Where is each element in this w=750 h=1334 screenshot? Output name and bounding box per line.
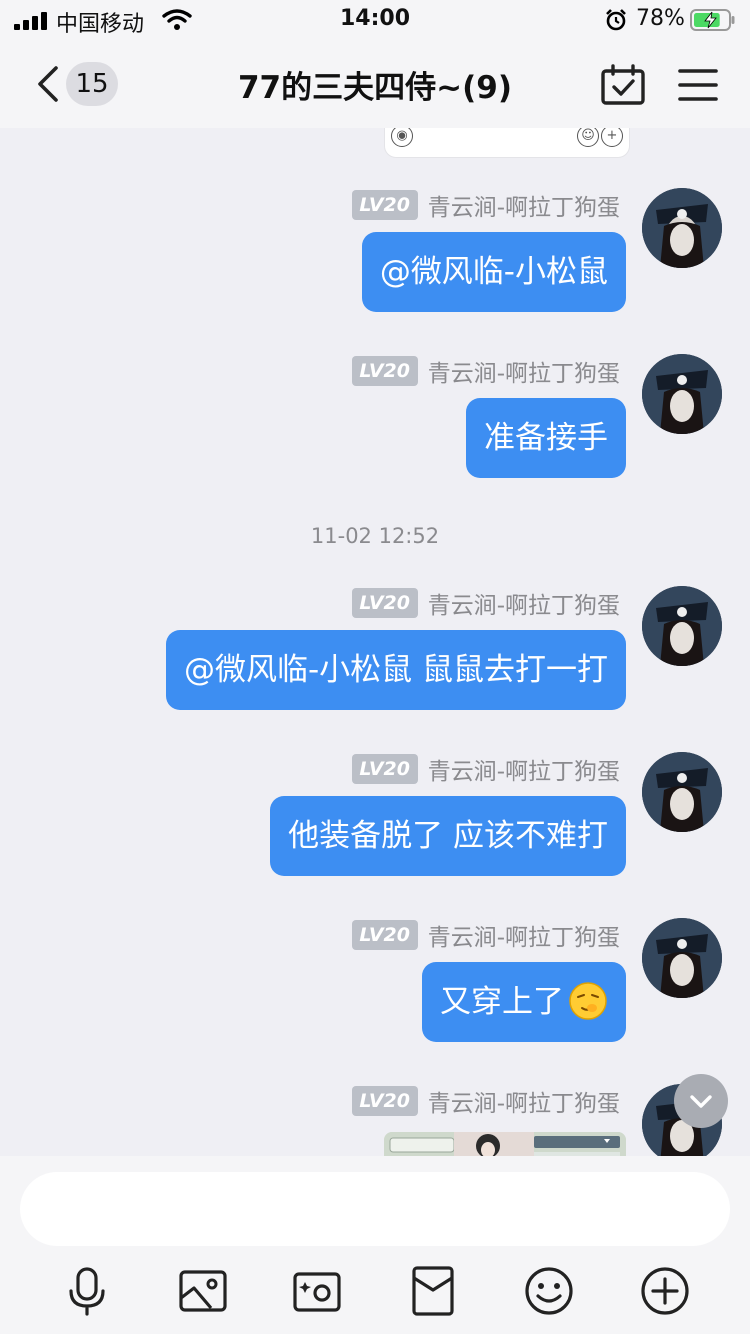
- back-button[interactable]: 15: [30, 60, 120, 110]
- sender-name[interactable]: 青云涧-啊拉丁狗蛋: [428, 586, 620, 620]
- avatar[interactable]: [642, 918, 722, 998]
- camera-icon[interactable]: [290, 1264, 344, 1318]
- level-badge: LV20: [351, 920, 418, 950]
- chat-header: 15 77的三夫四侍~(9): [0, 40, 750, 128]
- emoji-icon: ☺: [577, 128, 599, 147]
- message-bubble[interactable]: @微风临-小松鼠 鼠鼠去打一打: [165, 630, 626, 710]
- avatar-image: [642, 188, 722, 268]
- message-bubble[interactable]: 又穿上了: [422, 962, 626, 1042]
- input-toolbar: [0, 1260, 750, 1320]
- input-area: [0, 1156, 750, 1334]
- message-timestamp: 11-02 12:52: [310, 524, 440, 548]
- battery-percent: 78%: [636, 6, 685, 31]
- menu-icon[interactable]: [678, 66, 718, 104]
- level-badge: LV20: [351, 1086, 418, 1116]
- chat-title: 77的三夫四侍~(9): [237, 70, 513, 106]
- chevron-down-icon: [690, 1095, 712, 1108]
- image-message[interactable]: [384, 1132, 626, 1156]
- level-badge: LV20: [351, 356, 418, 386]
- message-text: 又穿上了: [440, 984, 564, 1020]
- microphone-icon[interactable]: [60, 1264, 114, 1318]
- status-bar: 中国移动 14:00 78%: [0, 0, 750, 40]
- scroll-to-bottom-button[interactable]: [674, 1074, 728, 1128]
- sender-name[interactable]: 青云涧-啊拉丁狗蛋: [428, 354, 620, 388]
- previous-message-fragment: ◉ ☺ +: [384, 128, 630, 158]
- avatar-image: [642, 918, 722, 998]
- avatar[interactable]: [642, 586, 722, 666]
- unread-count-badge: 15: [66, 62, 118, 106]
- avatar[interactable]: [642, 752, 722, 832]
- emoji-icon[interactable]: [522, 1264, 576, 1318]
- sender-name[interactable]: 青云涧-啊拉丁狗蛋: [428, 918, 620, 952]
- calendar-check-icon[interactable]: [600, 64, 646, 106]
- sender-name[interactable]: 青云涧-啊拉丁狗蛋: [428, 752, 620, 786]
- message-list[interactable]: ◉ ☺ + LV20 青云涧-啊拉丁狗蛋 @微风临-小松鼠 LV20 青云涧-啊…: [0, 128, 750, 1156]
- avatar[interactable]: [642, 354, 722, 434]
- avatar-image: [642, 586, 722, 666]
- sender-name[interactable]: 青云涧-啊拉丁狗蛋: [428, 188, 620, 222]
- red-packet-icon[interactable]: [406, 1264, 460, 1318]
- chevron-left-icon: [38, 66, 58, 102]
- level-badge: LV20: [351, 754, 418, 784]
- game-screenshot-preview: [384, 1132, 626, 1156]
- voice-icon: ◉: [391, 128, 413, 147]
- battery-charging-icon: [690, 9, 735, 31]
- message-input[interactable]: [20, 1172, 730, 1246]
- message-bubble[interactable]: 他装备脱了 应该不难打: [270, 796, 626, 876]
- photo-icon[interactable]: [176, 1264, 230, 1318]
- alarm-icon: [606, 9, 626, 31]
- smirk-face-emoji-icon: [569, 981, 607, 1020]
- level-badge: LV20: [351, 588, 418, 618]
- level-badge: LV20: [351, 190, 418, 220]
- plus-icon: +: [601, 128, 623, 147]
- sender-name[interactable]: 青云涧-啊拉丁狗蛋: [428, 1084, 620, 1118]
- message-bubble[interactable]: @微风临-小松鼠: [361, 232, 626, 312]
- message-bubble[interactable]: 准备接手: [466, 398, 626, 478]
- avatar-image: [642, 354, 722, 434]
- avatar-image: [642, 752, 722, 832]
- avatar[interactable]: [642, 188, 722, 268]
- plus-icon[interactable]: [638, 1264, 692, 1318]
